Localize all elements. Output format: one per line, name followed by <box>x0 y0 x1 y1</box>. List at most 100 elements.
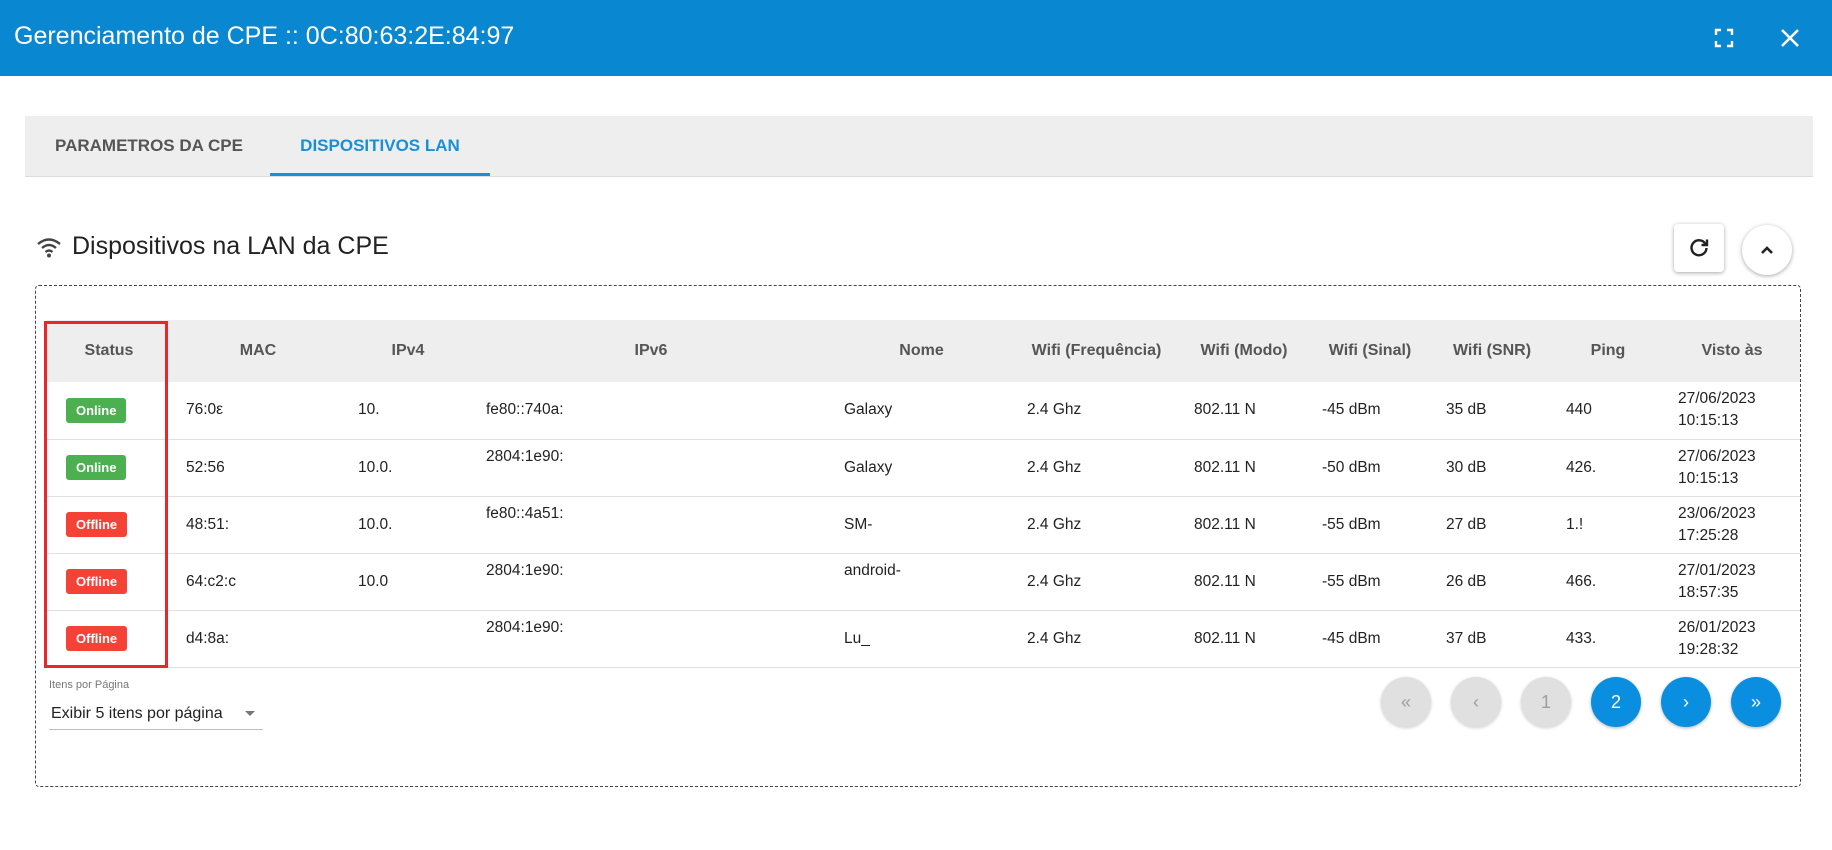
snr-cell: 35 dB <box>1446 401 1487 419</box>
ping-cell: 440 <box>1566 401 1592 419</box>
mac-cell: 64:c2:c <box>186 572 236 590</box>
sinal-cell: -55 dBm <box>1322 572 1381 590</box>
status-cell: Offline <box>46 496 172 553</box>
page-1-button[interactable]: 1 <box>1521 677 1571 727</box>
seen-time: 10:15:13 <box>1678 412 1739 430</box>
ping-cell: 426. <box>1566 458 1597 476</box>
seen-time: 19:28:32 <box>1678 640 1739 658</box>
header-wifi-frequencia[interactable]: Wifi (Frequência) <box>1013 320 1180 382</box>
wifi-icon <box>37 237 61 257</box>
freq-cell: 2.4 Ghz <box>1027 515 1082 533</box>
close-icon <box>1781 29 1799 47</box>
nome-cell: Lu_ <box>844 629 870 647</box>
sinal-cell: -55 dBm <box>1322 515 1381 533</box>
seen-cell: 23/06/2023 17:25:28 <box>1664 496 1800 553</box>
header-ipv4[interactable]: IPv4 <box>344 320 472 382</box>
chevron-up-icon <box>1761 246 1773 254</box>
modo-cell: 802.11 N <box>1194 572 1256 590</box>
header-ping[interactable]: Ping <box>1552 320 1664 382</box>
seen-cell: 27/01/2023 18:57:35 <box>1664 553 1800 610</box>
ping-cell: 466. <box>1566 572 1597 590</box>
prev-page-button[interactable]: ‹ <box>1451 677 1501 727</box>
freq-cell: 2.4 Ghz <box>1027 572 1082 590</box>
seen-cell: 27/06/2023 10:15:13 <box>1664 382 1800 439</box>
sinal-cell: -50 dBm <box>1322 458 1381 476</box>
table-row[interactable]: Offline 64:c2:c 10.0 2804:1e90: android-… <box>46 553 1800 610</box>
nome-cell: Galaxy <box>844 458 893 476</box>
devices-table: Status MAC IPv4 IPv6 Nome Wifi (Frequênc… <box>46 320 1800 668</box>
status-badge: Offline <box>66 512 128 537</box>
header-mac[interactable]: MAC <box>172 320 344 382</box>
ping-cell: 433. <box>1566 629 1597 647</box>
snr-cell: 26 dB <box>1446 572 1487 590</box>
collapse-button[interactable] <box>1742 225 1792 275</box>
header-wifi-snr[interactable]: Wifi (SNR) <box>1432 320 1552 382</box>
items-per-page-select[interactable]: Exibir 5 itens por página <box>49 697 263 730</box>
fullscreen-icon <box>1714 28 1734 48</box>
mac-cell: 48:51: <box>186 515 230 533</box>
nome-cell: android- <box>844 561 901 579</box>
freq-cell: 2.4 Ghz <box>1027 401 1082 419</box>
status-cell: Offline <box>46 553 172 610</box>
tab-dispositivos-lan[interactable]: DISPOSITIVOS LAN <box>270 116 490 176</box>
ipv4-cell: 10. <box>358 401 380 419</box>
refresh-icon <box>1690 239 1709 257</box>
section-title: Dispositivos na LAN da CPE <box>72 232 389 260</box>
status-badge: Online <box>66 397 127 423</box>
header-wifi-sinal[interactable]: Wifi (Sinal) <box>1308 320 1432 382</box>
seen-date: 27/06/2023 <box>1678 447 1756 465</box>
mac-cell: 76:0ε <box>186 401 224 419</box>
table-row[interactable]: Online 52:56 10.0. 2804:1e90: Galaxy 2.4… <box>46 439 1800 496</box>
items-per-page-value: Exibir 5 itens por página <box>51 705 223 722</box>
seen-date: 27/06/2023 <box>1678 390 1756 408</box>
header-nome[interactable]: Nome <box>830 320 1013 382</box>
modo-cell: 802.11 N <box>1194 629 1256 647</box>
seen-cell: 26/01/2023 19:28:32 <box>1664 610 1800 667</box>
header-status[interactable]: Status <box>46 320 172 382</box>
mac-cell: d4:8a: <box>186 629 230 647</box>
header-ipv6[interactable]: IPv6 <box>472 320 830 382</box>
table-header-row: Status MAC IPv4 IPv6 Nome Wifi (Frequênc… <box>46 320 1800 382</box>
close-button[interactable] <box>1772 20 1808 56</box>
dialog-title: Gerenciamento de CPE :: 0C:80:63:2E:84:9… <box>14 22 515 50</box>
items-per-page-label: Itens por Página <box>49 679 130 691</box>
fullscreen-button[interactable] <box>1706 20 1742 56</box>
tab-parametros-cpe[interactable]: PARAMETROS DA CPE <box>49 116 249 176</box>
status-badge: Offline <box>66 569 128 594</box>
ipv6-cell: 2804:1e90: <box>486 447 564 465</box>
table-row[interactable]: Offline d4:8a: 2804:1e90: Lu_ 2.4 Ghz 80… <box>46 610 1800 667</box>
table-row[interactable]: Online 76:0ε 10. fe80::740a: Galaxy 2.4 … <box>46 382 1800 439</box>
table-row[interactable]: Offline 48:51: 10.0. fe80::4a51: SM- 2.4… <box>46 496 1800 553</box>
ipv4-cell <box>344 610 472 667</box>
header-wifi-modo[interactable]: Wifi (Modo) <box>1180 320 1308 382</box>
modo-cell: 802.11 N <box>1194 401 1256 419</box>
dialog-header: Gerenciamento de CPE :: 0C:80:63:2E:84:9… <box>0 0 1832 76</box>
status-cell: Offline <box>46 610 172 667</box>
status-cell: Online <box>46 382 172 439</box>
snr-cell: 37 dB <box>1446 629 1487 647</box>
snr-cell: 27 dB <box>1446 515 1487 533</box>
refresh-button[interactable] <box>1674 224 1724 272</box>
snr-cell: 30 dB <box>1446 458 1487 476</box>
modo-cell: 802.11 N <box>1194 515 1256 533</box>
next-page-button[interactable]: › <box>1661 677 1711 727</box>
first-page-button[interactable]: « <box>1381 677 1431 727</box>
seen-time: 18:57:35 <box>1678 583 1739 601</box>
mac-cell: 52:56 <box>186 458 225 476</box>
last-page-button[interactable]: » <box>1731 677 1781 727</box>
nome-cell: Galaxy <box>844 401 893 419</box>
seen-time: 17:25:28 <box>1678 526 1739 544</box>
seen-time: 10:15:13 <box>1678 469 1739 487</box>
ipv4-cell: 10.0. <box>358 515 393 533</box>
seen-cell: 27/06/2023 10:15:13 <box>1664 439 1800 496</box>
ping-cell: 1.! <box>1566 515 1584 533</box>
sinal-cell: -45 dBm <box>1322 629 1381 647</box>
seen-date: 26/01/2023 <box>1678 618 1756 636</box>
header-visto-as[interactable]: Visto às <box>1664 320 1800 382</box>
page-2-button[interactable]: 2 <box>1591 677 1641 727</box>
ipv6-cell: fe80::4a51: <box>486 504 564 522</box>
seen-date: 27/01/2023 <box>1678 561 1756 579</box>
ipv6-cell: fe80::740a: <box>486 401 564 419</box>
status-cell: Online <box>46 439 172 496</box>
section-header: Dispositivos na LAN da CPE <box>36 232 389 261</box>
